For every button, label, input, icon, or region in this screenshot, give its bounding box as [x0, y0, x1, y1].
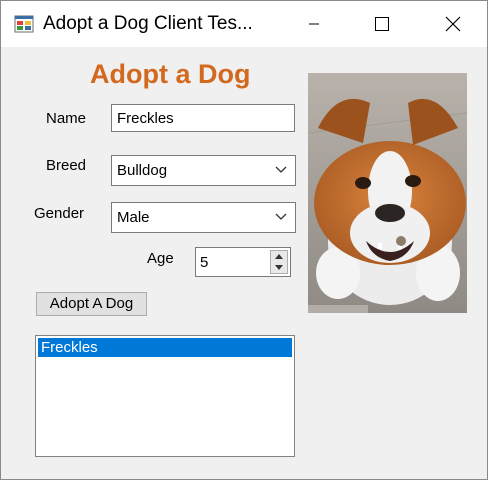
form-heading: Adopt a Dog [90, 59, 251, 89]
name-label: Name [46, 110, 87, 127]
adopted-dogs-list[interactable]: Freckles [35, 335, 295, 457]
gender-label: Gender [34, 205, 85, 222]
age-label: Age [147, 250, 174, 267]
title-bar[interactable]: Adopt a Dog Client Tes... [1, 1, 487, 47]
caret-down-icon [275, 265, 283, 270]
app-window: Adopt a Dog Client Tes... Adopt a Dog Na… [0, 0, 488, 480]
maximize-button[interactable] [358, 1, 404, 47]
gender-combobox[interactable]: Male [111, 202, 296, 233]
list-item[interactable]: Freckles [38, 338, 292, 357]
maximize-icon [375, 17, 389, 31]
age-spin-buttons[interactable] [270, 250, 288, 274]
close-icon [445, 16, 461, 32]
name-value: Freckles [117, 110, 174, 127]
chevron-down-icon [275, 166, 287, 173]
chevron-down-icon [275, 213, 287, 220]
bulldog-photo [308, 73, 467, 313]
breed-label: Breed [46, 157, 87, 174]
breed-combobox[interactable]: Bulldog [111, 155, 296, 186]
spin-down-button[interactable] [271, 262, 287, 273]
caret-up-icon [275, 254, 283, 259]
age-stepper[interactable]: 5 [195, 247, 291, 277]
window-title: Adopt a Dog Client Tes... [43, 13, 253, 34]
spin-up-button[interactable] [271, 251, 287, 262]
breed-value: Bulldog [117, 162, 168, 179]
app-icon [14, 15, 34, 33]
age-value: 5 [200, 254, 209, 271]
gender-value: Male [117, 209, 150, 226]
close-button[interactable] [429, 1, 475, 47]
minimize-button[interactable] [291, 1, 337, 47]
adopt-a-dog-button[interactable]: Adopt A Dog [36, 292, 147, 316]
minimize-icon [309, 23, 319, 25]
name-field[interactable]: Freckles [111, 104, 295, 132]
